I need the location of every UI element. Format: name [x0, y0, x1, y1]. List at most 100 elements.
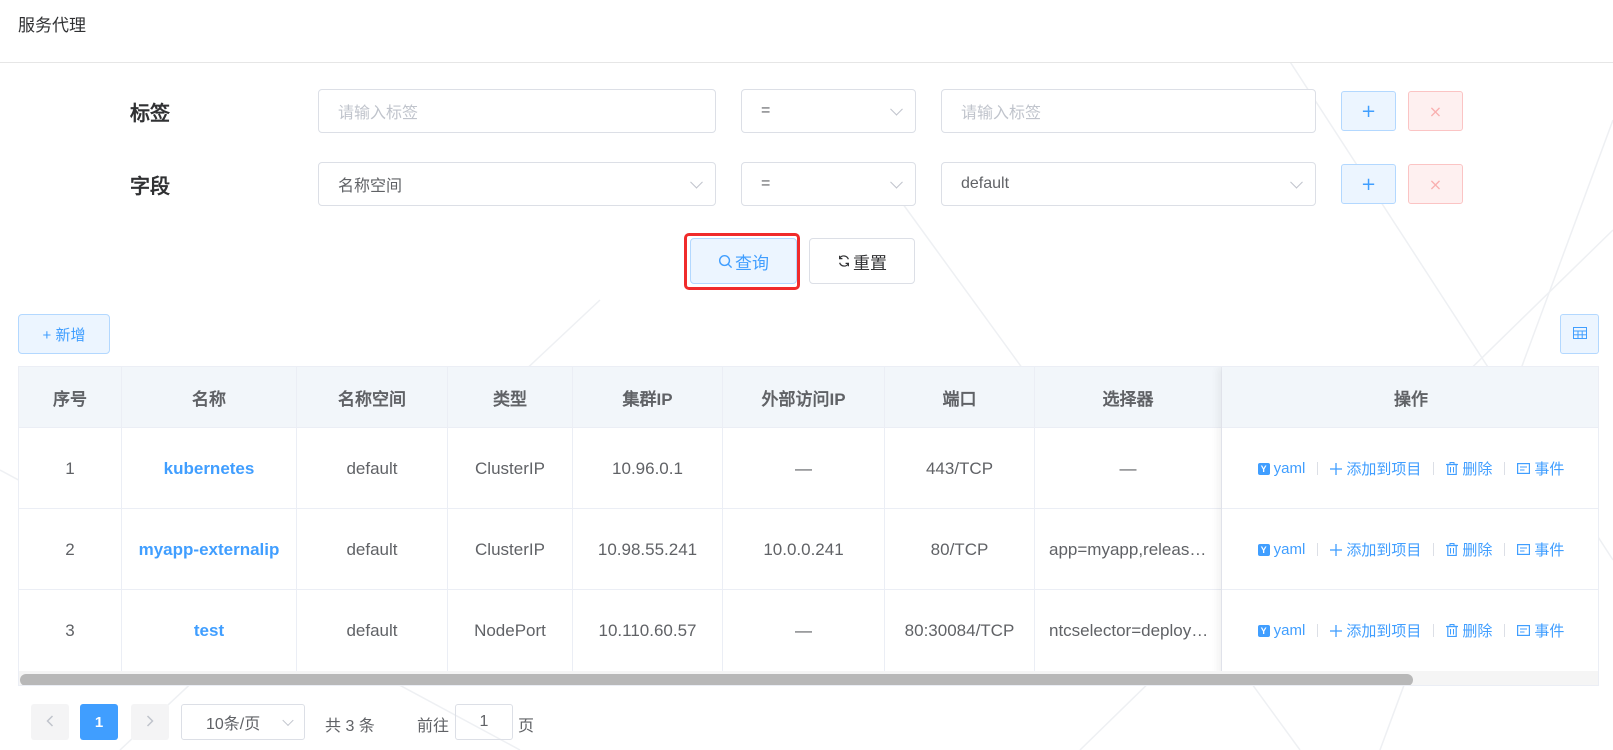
- add-field-filter-button[interactable]: +: [1341, 164, 1396, 204]
- cell-selector-text: ntcselector=deploym…: [1049, 620, 1211, 640]
- add-to-project-label: 添加到项目: [1346, 542, 1422, 559]
- events-action[interactable]: 事件: [1517, 458, 1564, 479]
- column-header-namespace: 名称空间: [297, 367, 448, 427]
- divider: [1317, 543, 1319, 556]
- cell-cluster-ip: 10.110.60.57: [573, 590, 723, 671]
- table-row: 2 myapp-externalip default ClusterIP 10.…: [19, 508, 1598, 590]
- column-header-index: 序号: [19, 367, 122, 427]
- query-button[interactable]: 查询: [690, 238, 797, 284]
- reset-button[interactable]: 重置: [809, 238, 915, 284]
- yaml-icon: Y: [1257, 543, 1270, 556]
- field-key-value: 名称空间: [338, 178, 403, 195]
- chevron-right-icon: [146, 714, 154, 730]
- page-header: 服务代理: [0, 0, 1613, 63]
- field-operator-select[interactable]: =: [741, 162, 916, 206]
- cell-actions: Yyaml 添加到项目 删除 事件: [1222, 590, 1598, 671]
- add-to-project-action[interactable]: 添加到项目: [1330, 539, 1421, 560]
- goto-page-input[interactable]: 1: [455, 704, 513, 740]
- goto-suffix: 页: [518, 718, 535, 735]
- label-filter-label: 标签: [130, 103, 170, 125]
- page-button-current[interactable]: 1: [80, 704, 118, 740]
- column-settings-button[interactable]: [1560, 314, 1599, 354]
- delete-action[interactable]: 删除: [1446, 620, 1492, 641]
- table-icon: [1572, 326, 1587, 342]
- chevron-left-icon: [46, 714, 54, 730]
- yaml-icon: Y: [1257, 624, 1270, 637]
- plus-icon: [1330, 624, 1343, 637]
- chevron-down-icon: [1290, 175, 1303, 189]
- cell-external-ip: —: [723, 428, 885, 509]
- cell-namespace: default: [297, 590, 448, 671]
- chevron-down-icon: [890, 175, 903, 189]
- yaml-action[interactable]: Yyaml: [1257, 460, 1305, 477]
- divider: [1504, 624, 1506, 637]
- delete-action[interactable]: 删除: [1446, 458, 1492, 479]
- yaml-action-label: yaml: [1273, 622, 1306, 639]
- events-action[interactable]: 事件: [1517, 539, 1564, 560]
- cell-port: 80/TCP: [885, 509, 1035, 590]
- page-size-value: 10条/页: [206, 716, 261, 733]
- trash-icon: [1446, 624, 1459, 637]
- label-operator-value: =: [761, 102, 771, 119]
- column-header-external-ip: 外部访问IP: [723, 367, 885, 427]
- label-operator-select[interactable]: =: [741, 89, 916, 133]
- chevron-down-icon: [690, 175, 703, 189]
- cell-actions: Yyaml 添加到项目 删除 事件: [1222, 428, 1598, 509]
- cell-index: 2: [19, 509, 122, 590]
- cell-actions: Yyaml 添加到项目 删除 事件: [1222, 509, 1598, 590]
- plus-icon: [1330, 462, 1343, 475]
- label-key-input[interactable]: 请输入标签: [318, 89, 716, 133]
- column-header-name: 名称: [122, 367, 297, 427]
- yaml-action-label: yaml: [1273, 541, 1306, 558]
- cell-service-name-link[interactable]: kubernetes: [122, 428, 297, 509]
- divider: [1317, 462, 1319, 475]
- horizontal-scrollbar[interactable]: [19, 671, 1598, 685]
- events-action-label: 事件: [1534, 623, 1565, 640]
- remove-field-filter-button[interactable]: ×: [1408, 164, 1463, 204]
- cell-selector: app=myapp,release=…: [1035, 509, 1222, 590]
- table-row: 3 test default NodePort 10.110.60.57 — 8…: [19, 589, 1598, 671]
- chevron-down-icon: [282, 714, 294, 727]
- delete-action-label: 删除: [1462, 623, 1493, 640]
- divider: [1504, 462, 1506, 475]
- cell-service-name-link[interactable]: myapp-externalip: [122, 509, 297, 590]
- field-value-select[interactable]: default: [941, 162, 1316, 206]
- divider: [1317, 624, 1319, 637]
- cell-type: ClusterIP: [448, 509, 573, 590]
- message-icon: [1517, 544, 1531, 555]
- field-key-select[interactable]: 名称空间: [318, 162, 716, 206]
- events-action[interactable]: 事件: [1517, 620, 1564, 641]
- cell-selector: ntcselector=deploym…: [1035, 590, 1222, 671]
- cell-port: 80:30084/TCP: [885, 590, 1035, 671]
- divider: [1433, 543, 1435, 556]
- cell-type: ClusterIP: [448, 428, 573, 509]
- next-page-button[interactable]: [131, 704, 169, 740]
- add-label-filter-button[interactable]: +: [1341, 91, 1396, 131]
- prev-page-button[interactable]: [31, 704, 69, 740]
- delete-action[interactable]: 删除: [1446, 539, 1492, 560]
- add-to-project-action[interactable]: 添加到项目: [1330, 620, 1421, 641]
- table-row: 1 kubernetes default ClusterIP 10.96.0.1…: [19, 427, 1598, 509]
- cell-service-name-link[interactable]: test: [122, 590, 297, 671]
- remove-label-filter-button[interactable]: ×: [1408, 91, 1463, 131]
- yaml-icon: Y: [1257, 462, 1270, 475]
- total-count: 共 3 条: [325, 718, 375, 735]
- field-value-value: default: [961, 175, 1010, 192]
- yaml-action[interactable]: Yyaml: [1257, 622, 1306, 639]
- new-button[interactable]: + 新增: [18, 314, 110, 354]
- yaml-action[interactable]: Yyaml: [1257, 541, 1306, 558]
- search-icon: [718, 254, 733, 269]
- column-header-cluster-ip: 集群IP: [573, 367, 723, 427]
- chevron-down-icon: [890, 102, 903, 116]
- field-operator-value: =: [761, 175, 771, 192]
- add-to-project-action[interactable]: 添加到项目: [1330, 458, 1421, 479]
- scrollbar-thumb[interactable]: [20, 674, 1413, 685]
- delete-action-label: 删除: [1462, 461, 1493, 478]
- plus-icon: [1330, 543, 1343, 556]
- label-value-input[interactable]: 请输入标签: [941, 89, 1316, 133]
- divider: [1504, 543, 1506, 556]
- goto-prefix: 前往: [417, 718, 450, 735]
- table-header: 序号 名称 名称空间 类型 集群IP 外部访问IP 端口 选择器 操作: [19, 367, 1598, 427]
- page-size-select[interactable]: 10条/页: [181, 704, 305, 740]
- cell-selector-text: app=myapp,release=…: [1049, 539, 1211, 559]
